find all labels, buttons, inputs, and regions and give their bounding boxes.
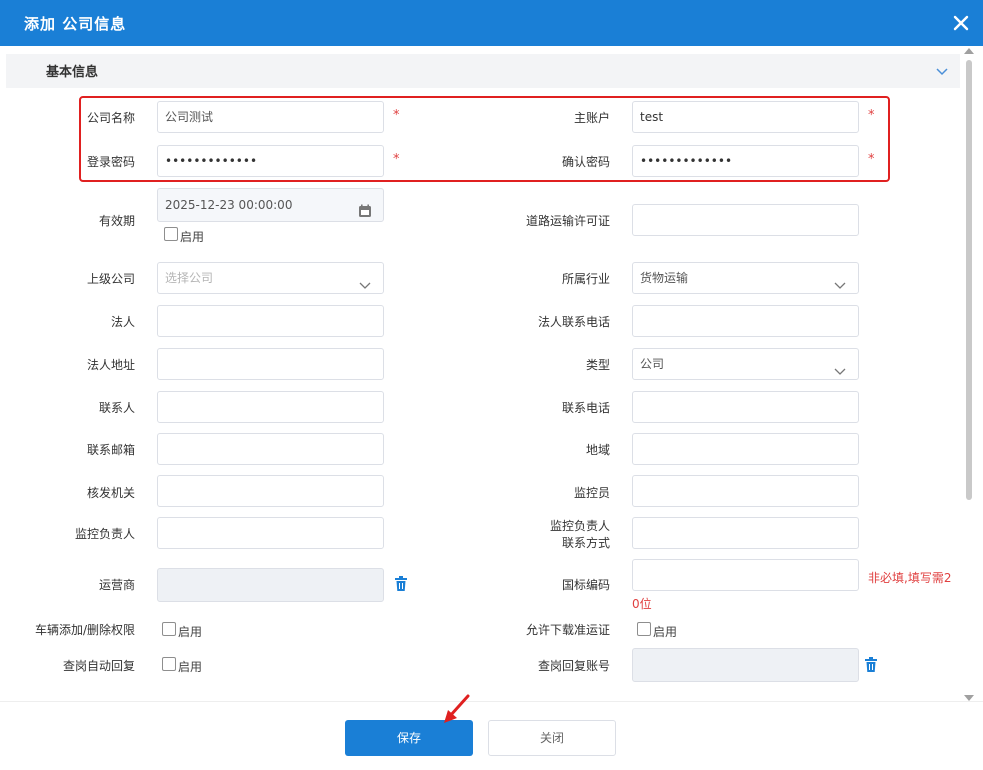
legal-phone-input[interactable] [632,305,859,337]
contact-phone-input[interactable] [632,391,859,423]
vehicle-permission-label: 车辆添加/删除权限 [34,623,135,637]
chevron-down-icon [359,272,371,289]
close-icon[interactable] [951,10,971,36]
issuing-authority-input[interactable] [157,475,384,507]
parent-company-select[interactable]: 选择公司 [157,262,384,294]
reply-account-input[interactable] [632,648,859,682]
dialog-footer: 保存 关闭 [0,701,983,770]
confirm-password-label: 确认密码 [561,155,610,169]
dialog-title: 添加 公司信息 [24,15,127,33]
section-header[interactable]: 基本信息 [6,54,960,88]
road-license-label: 道路运输许可证 [525,214,610,228]
parent-company-label: 上级公司 [86,272,135,286]
vehicle-permission-checkbox[interactable] [162,622,176,636]
national-code-hint-line1: 非必填,填写需2 [868,571,952,585]
monitor-head-contact-input[interactable] [632,517,859,549]
validity-enable-label: 启用 [180,230,205,244]
main-account-label: 主账户 [573,111,610,125]
monitor-head-contact-label-line1: 监控负责人 [549,519,610,533]
validity-value: 2025-12-23 00:00:00 [165,198,293,212]
operator-input[interactable] [157,568,384,602]
chevron-down-icon [834,272,846,289]
road-license-input[interactable] [632,204,859,236]
section-title: 基本信息 [46,65,99,80]
chevron-down-icon[interactable] [934,63,950,79]
company-name-label: 公司名称 [86,111,135,125]
region-input[interactable] [632,433,859,465]
confirm-password-input[interactable]: ••••••••••••• [632,145,859,177]
trash-icon[interactable] [864,657,878,673]
auto-reply-enable-label: 启用 [178,660,203,674]
monitor-head-label: 监控负责人 [74,527,135,541]
industry-label: 所属行业 [561,272,610,286]
contact-email-input[interactable] [157,433,384,465]
chevron-down-icon [834,358,846,375]
legal-person-input[interactable] [157,305,384,337]
reply-account-label: 查岗回复账号 [537,659,610,673]
type-value: 公司 [640,357,665,371]
national-code-hint-line2: 0位 [632,597,652,611]
legal-address-label: 法人地址 [86,358,135,372]
legal-person-label: 法人 [110,315,135,329]
login-password-label: 登录密码 [86,155,135,169]
contact-input[interactable] [157,391,384,423]
monitor-head-input[interactable] [157,517,384,549]
auto-reply-checkbox[interactable] [162,657,176,671]
parent-company-placeholder: 选择公司 [165,271,214,285]
allow-download-checkbox[interactable] [637,622,651,636]
region-label: 地域 [585,443,610,457]
auto-reply-label: 查岗自动回复 [62,659,135,673]
allow-download-enable-label: 启用 [653,625,678,639]
dialog-titlebar: 添加 公司信息 [0,0,983,46]
company-name-input[interactable]: 公司测试 [157,101,384,133]
scrollbar[interactable] [966,60,972,500]
industry-value: 货物运输 [640,271,689,285]
contact-phone-label: 联系电话 [561,401,610,415]
close-button[interactable]: 关闭 [488,720,616,756]
required-mark: * [868,108,875,123]
main-account-input[interactable]: test [632,101,859,133]
issuing-authority-label: 核发机关 [86,486,135,500]
scroll-up-arrow[interactable] [964,48,974,54]
monitor-head-contact-label-line2: 联系方式 [561,536,610,550]
contact-email-label: 联系邮箱 [86,443,135,457]
validity-enable-checkbox[interactable] [164,227,178,241]
validity-label: 有效期 [98,214,135,228]
operator-label: 运营商 [98,578,135,592]
required-mark: * [868,152,875,167]
required-mark: * [393,152,400,167]
required-mark: * [393,108,400,123]
calendar-icon[interactable] [358,198,372,221]
industry-select[interactable]: 货物运输 [632,262,859,294]
monitor-input[interactable] [632,475,859,507]
contact-label: 联系人 [98,401,135,415]
type-select[interactable]: 公司 [632,348,859,380]
legal-address-input[interactable] [157,348,384,380]
national-code-input[interactable] [632,559,859,591]
type-label: 类型 [585,358,610,372]
allow-download-label: 允许下载准运证 [525,623,610,637]
arrow-annotation [436,690,476,730]
monitor-label: 监控员 [573,486,610,500]
trash-icon[interactable] [394,576,408,592]
national-code-label: 国标编码 [561,578,610,592]
validity-datetime-input[interactable]: 2025-12-23 00:00:00 [157,188,384,222]
vehicle-permission-enable-label: 启用 [178,625,203,639]
login-password-input[interactable]: ••••••••••••• [157,145,384,177]
legal-phone-label: 法人联系电话 [537,315,610,329]
